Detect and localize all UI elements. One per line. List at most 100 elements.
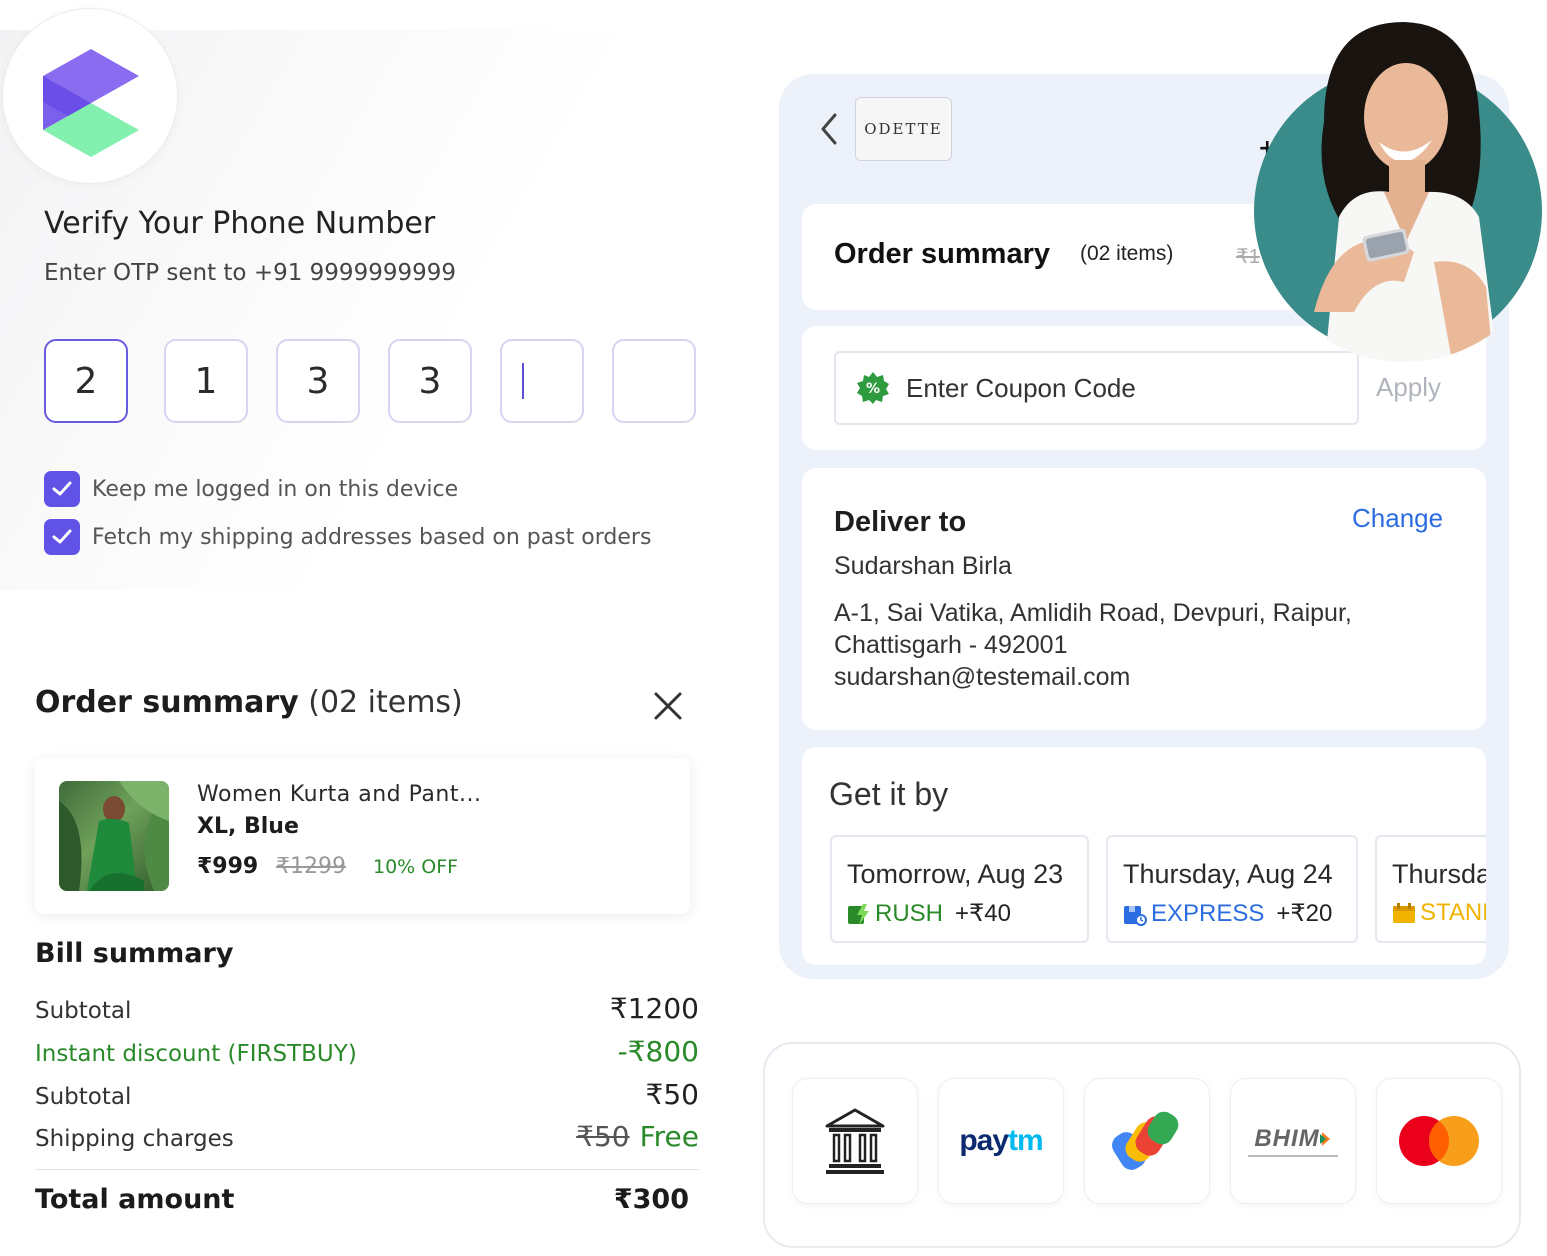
text-caret [522, 363, 524, 399]
back-chevron-icon[interactable] [818, 112, 840, 150]
customer-photo [1254, 22, 1542, 362]
total-amount-row: Total amount ₹300 [35, 1184, 689, 1215]
payment-mastercard[interactable] [1376, 1078, 1502, 1204]
bhim-tagline [1248, 1155, 1338, 1157]
bhim-text: BHIM [1254, 1125, 1320, 1152]
bill-row-shipping: Shipping charges ₹50 Free [35, 1120, 699, 1153]
bhim-arrow-icon [1319, 1132, 1330, 1146]
otp-digit-4[interactable]: 3 [388, 339, 472, 423]
slot-date: Thursda [1392, 859, 1486, 889]
bill-label: Instant discount (FIRSTBUY) [35, 1041, 357, 1067]
product-mrp: ₹1299 [276, 854, 346, 879]
coupon-placeholder: Enter Coupon Code [906, 372, 1136, 403]
woman-with-phone-illustration [1314, 22, 1499, 362]
bill-value: ₹1200 [609, 992, 699, 1025]
slot-mode: STAND [1420, 899, 1486, 926]
fetch-addresses-label: Fetch my shipping addresses based on pas… [92, 524, 652, 550]
svg-text:%: % [866, 381, 880, 397]
divider [35, 1169, 699, 1170]
express-clock-icon [1124, 905, 1147, 926]
delivery-slot-standard[interactable]: Thursda STAND [1375, 835, 1486, 943]
otp-digit-5[interactable] [500, 339, 584, 423]
slot-mode-row: RUSH +₹40 [847, 899, 1011, 928]
paytm-text-tm: tm [1008, 1124, 1044, 1157]
address-line-1: A-1, Sai Vatika, Amlidih Road, Devpuri, … [834, 599, 1352, 627]
product-image [59, 781, 169, 891]
apply-button[interactable]: Apply [1376, 372, 1441, 403]
delivery-slot-express[interactable]: Thursday, Aug 24 EXPRESS +₹20 [1106, 835, 1358, 943]
bhim-logo: BHIM [1248, 1125, 1338, 1157]
fetch-addresses-checkbox[interactable] [44, 519, 80, 555]
get-it-by-title: Get it by [829, 776, 949, 812]
brand-logo-icon [43, 49, 139, 157]
gpay-logo [1112, 1111, 1179, 1170]
otp-subtitle: Enter OTP sent to +91 9999999999 [44, 260, 457, 286]
product-discount: 10% OFF [373, 856, 459, 878]
slot-mode: RUSH [875, 899, 944, 927]
payment-bhim[interactable]: BHIM [1230, 1078, 1356, 1204]
order-summary-title: Order summary (02 items) [35, 685, 463, 720]
order-summary-heading: Order summary [35, 685, 299, 720]
product-variant: XL, Blue [197, 814, 299, 839]
deliver-to-title: Deliver to [834, 506, 967, 538]
product-name: Women Kurta and Pant... [197, 782, 482, 807]
slot-mode-row: STAND [1392, 899, 1486, 927]
payment-paytm[interactable]: paytm [938, 1078, 1064, 1204]
total-value: ₹300 [613, 1184, 689, 1215]
change-address-link[interactable]: Change [1352, 503, 1443, 534]
checkout-order-summary-title: Order summary [834, 238, 1050, 270]
rush-bolt-icon [848, 903, 869, 925]
app-logo [2, 8, 178, 184]
checkout-order-count: (02 items) [1080, 242, 1174, 265]
standard-calendar-icon [1393, 903, 1415, 923]
bhim-wordmark: BHIM [1254, 1125, 1331, 1153]
payment-gpay[interactable] [1084, 1078, 1210, 1204]
bill-row-discount: Instant discount (FIRSTBUY) -₹800 [35, 1035, 699, 1068]
bill-value: -₹800 [617, 1035, 699, 1068]
customer-email: sudarshan@testemail.com [834, 663, 1131, 691]
store-logo: ODETTE [855, 97, 952, 161]
order-item-card: Women Kurta and Pant... XL, Blue ₹999 ₹1… [35, 758, 690, 914]
otp-digit-2[interactable]: 1 [164, 339, 248, 423]
total-label: Total amount [35, 1184, 235, 1215]
otp-digit-1[interactable]: 2 [44, 339, 128, 423]
bill-value: ₹50 [645, 1078, 699, 1111]
product-price: ₹999 [197, 854, 259, 879]
bill-label: Subtotal [35, 1084, 132, 1110]
shipping-original-price: ₹50 [576, 1120, 630, 1153]
fetch-addresses-row[interactable]: Fetch my shipping addresses based on pas… [44, 519, 651, 555]
delivery-slot-rush[interactable]: Tomorrow, Aug 23 RUSH +₹40 [830, 835, 1089, 943]
slot-fee: +₹20 [1276, 900, 1333, 927]
mastercard-logo [1399, 1116, 1479, 1166]
customer-name: Sudarshan Birla [834, 552, 1012, 580]
slot-date: Tomorrow, Aug 23 [847, 859, 1064, 889]
keep-logged-in-row[interactable]: Keep me logged in on this device [44, 471, 458, 507]
address-line-2: Chattisgarh - 492001 [834, 631, 1068, 659]
bill-label: Subtotal [35, 998, 132, 1024]
slot-date: Thursday, Aug 24 [1123, 859, 1333, 889]
bill-row-subtotal-2: Subtotal ₹50 [35, 1078, 699, 1111]
otp-title: Verify Your Phone Number [44, 206, 436, 241]
otp-digit-6[interactable] [612, 339, 696, 423]
paytm-text-pay: pay [959, 1124, 1009, 1157]
check-icon [52, 529, 72, 544]
close-icon[interactable] [652, 690, 684, 722]
bank-icon [825, 1108, 885, 1174]
payment-netbanking[interactable] [792, 1078, 918, 1204]
slot-mode-row: EXPRESS +₹20 [1123, 899, 1332, 928]
bill-row-subtotal: Subtotal ₹1200 [35, 992, 699, 1025]
otp-digit-3[interactable]: 3 [276, 339, 360, 423]
check-icon [52, 481, 72, 496]
shipping-free-label: Free [639, 1120, 699, 1153]
order-summary-count: (02 items) [308, 685, 463, 720]
delivery-address: A-1, Sai Vatika, Amlidih Road, Devpuri, … [834, 597, 1394, 693]
bill-summary-title: Bill summary [35, 938, 234, 969]
coupon-badge-icon: % [857, 372, 889, 404]
keep-logged-in-label: Keep me logged in on this device [92, 476, 459, 502]
bill-label: Shipping charges [35, 1126, 234, 1152]
keep-logged-in-checkbox[interactable] [44, 471, 80, 507]
slot-fee: +₹40 [955, 900, 1011, 927]
bill-value-group: ₹50 Free [576, 1120, 699, 1153]
paytm-logo: paytm [959, 1124, 1044, 1158]
slot-mode: EXPRESS [1151, 899, 1265, 927]
